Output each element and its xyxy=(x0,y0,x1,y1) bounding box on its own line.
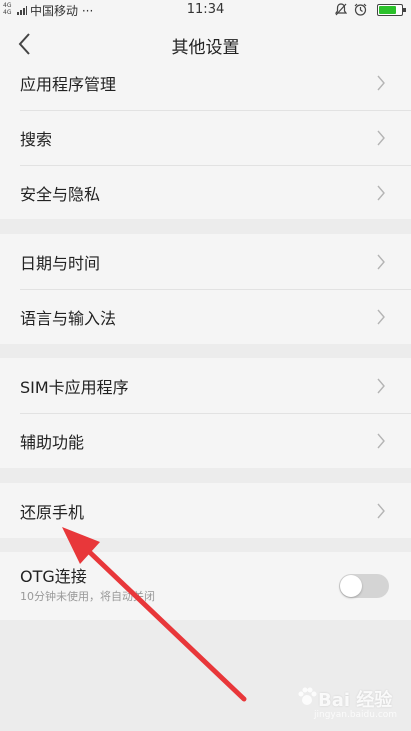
paw-logo-icon xyxy=(298,687,317,705)
otg-label: OTG连接 xyxy=(20,567,87,586)
list-item-sim-apps[interactable]: SIM卡应用程序 xyxy=(0,358,411,413)
list-item-app-manager[interactable]: 应用程序管理 xyxy=(0,55,411,110)
status-bar: 4G 4G 中国移动 ··· 11:34 xyxy=(0,0,411,20)
list-item-accessibility[interactable]: 辅助功能 xyxy=(0,413,411,468)
list-item-language-input[interactable]: 语言与输入法 xyxy=(0,289,411,344)
settings-group-3: SIM卡应用程序 辅助功能 xyxy=(0,358,411,468)
chevron-right-icon xyxy=(377,378,385,393)
list-item-label: 语言与输入法 xyxy=(20,308,117,328)
settings-group-otg: OTG连接 10分钟未使用，将自动关闭 xyxy=(0,552,411,620)
battery-charging-icon xyxy=(377,4,406,16)
settings-group-2: 日期与时间 语言与输入法 xyxy=(0,234,411,344)
list-item-label: 还原手机 xyxy=(20,502,85,522)
chevron-right-icon xyxy=(377,185,385,200)
settings-group-1: 应用程序管理 搜索 安全与隐私 xyxy=(0,68,411,219)
watermark-subtext: jingyan.baidu.com xyxy=(314,710,398,720)
list-item-label: 搜索 xyxy=(20,129,53,149)
chevron-right-icon xyxy=(377,433,385,448)
chevron-right-icon xyxy=(377,254,385,269)
watermark-text: Bai 经验 xyxy=(318,690,393,711)
chevron-right-icon xyxy=(377,130,385,145)
settings-group-4: 还原手机 xyxy=(0,483,411,538)
baidu-watermark: Bai 经验 jingyan.baidu.com xyxy=(296,676,406,724)
chevron-right-icon xyxy=(377,75,385,90)
list-item-date-time[interactable]: 日期与时间 xyxy=(0,234,411,289)
alarm-icon xyxy=(354,3,367,16)
list-item-reset-phone[interactable]: 还原手机 xyxy=(0,483,411,538)
list-item-label: 日期与时间 xyxy=(20,253,101,273)
chevron-right-icon xyxy=(377,503,385,518)
mute-icon xyxy=(335,3,347,16)
otg-subtitle: 10分钟未使用，将自动关闭 xyxy=(20,590,155,603)
otg-toggle[interactable] xyxy=(339,574,389,598)
list-item-label: SIM卡应用程序 xyxy=(20,377,129,397)
status-time: 11:34 xyxy=(186,2,225,17)
chevron-right-icon xyxy=(377,309,385,324)
list-item-security-privacy[interactable]: 安全与隐私 xyxy=(0,165,411,220)
list-item-label: 辅助功能 xyxy=(20,432,85,452)
list-item-label: 安全与隐私 xyxy=(20,184,101,204)
list-item-search[interactable]: 搜索 xyxy=(0,110,411,165)
toggle-knob xyxy=(340,575,362,597)
list-item-label: 应用程序管理 xyxy=(20,74,117,94)
